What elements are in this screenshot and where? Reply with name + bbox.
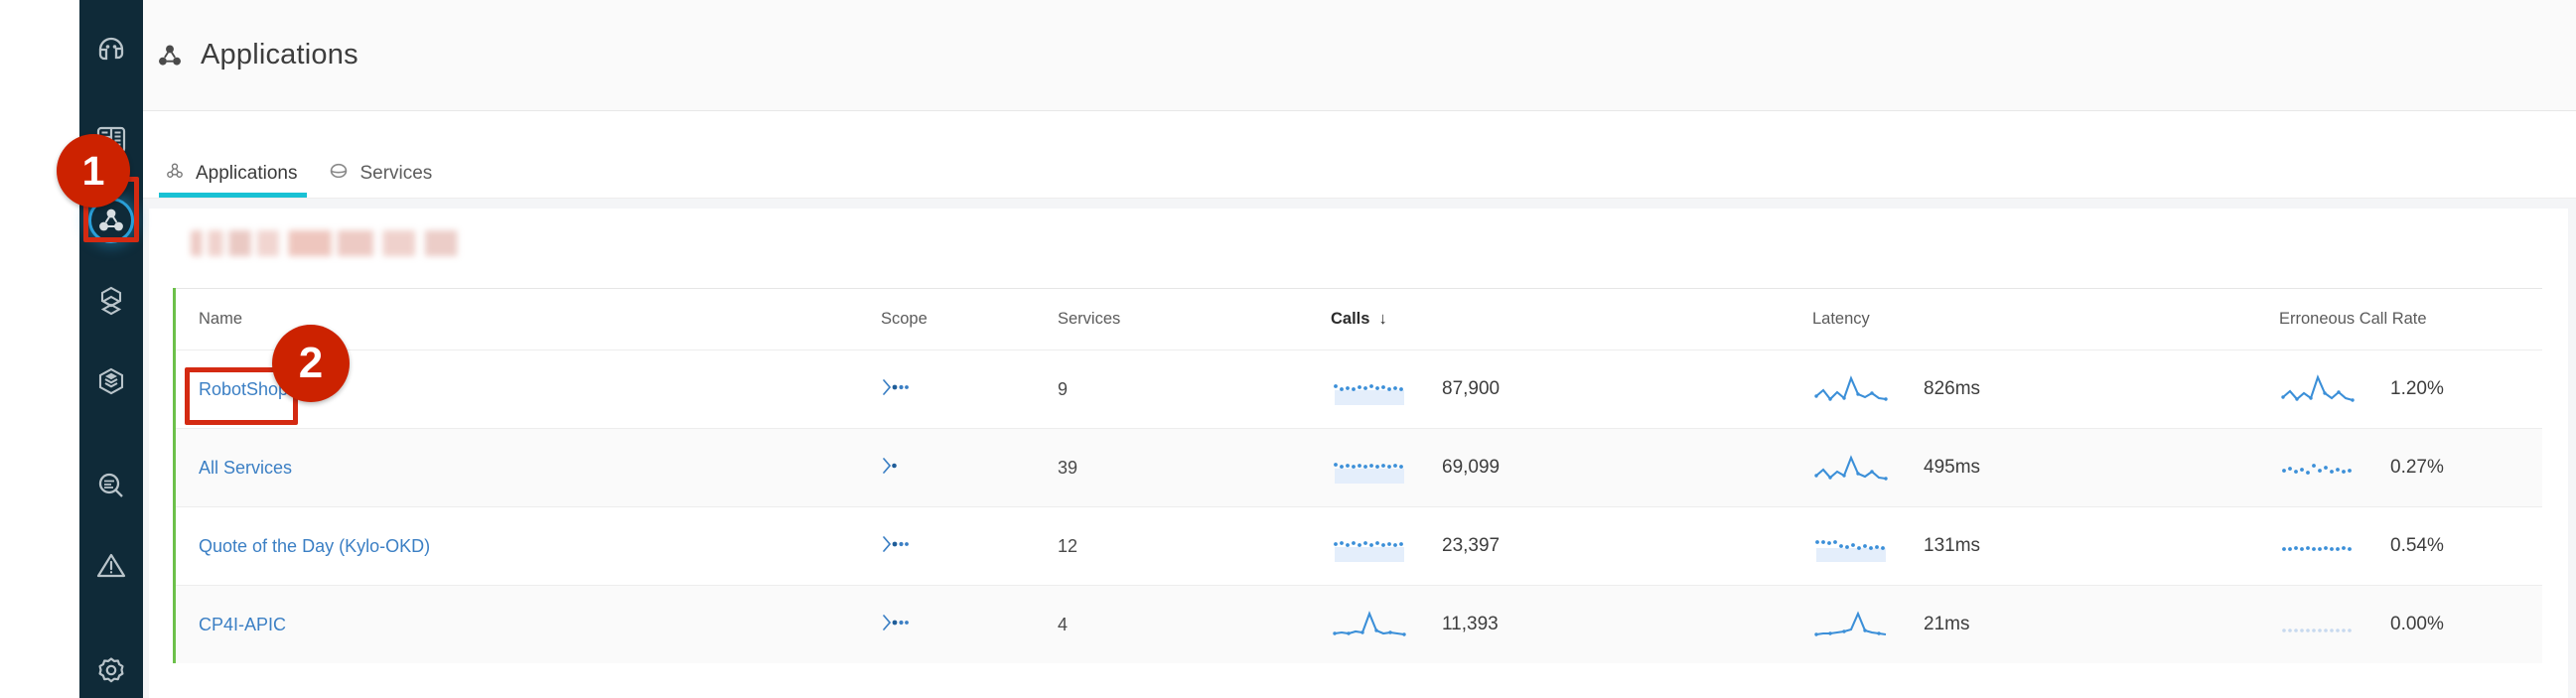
error-value: 0.27% <box>2390 457 2444 478</box>
primary-sidebar <box>79 0 143 698</box>
filter-bar[interactable] <box>149 230 2568 276</box>
annotation-badge-1: 1 <box>57 134 130 208</box>
tab-applications[interactable]: Applications <box>151 161 315 198</box>
annotation-badge-2: 2 <box>272 325 350 402</box>
calls-metric: 23,397 <box>1331 529 1812 563</box>
services-count: 12 <box>1058 535 1078 556</box>
latency-metric: 826ms <box>1812 372 2279 406</box>
stack-icon <box>94 364 128 398</box>
latency-value: 131ms <box>1924 535 1981 556</box>
latency-value: 495ms <box>1924 457 1981 478</box>
search-icon <box>94 469 128 502</box>
application-link[interactable]: All Services <box>199 458 292 478</box>
column-header-services[interactable]: Services <box>1058 310 1331 329</box>
left-gutter <box>0 0 79 698</box>
tab-services[interactable]: Services <box>315 161 450 198</box>
application-page: Applications Applications Services Name … <box>0 0 2576 698</box>
column-header-scope[interactable]: Scope <box>881 310 1058 329</box>
table-row[interactable]: RobotShop 9 87,900 826ms 1.20% <box>176 349 2542 428</box>
error-metric: 1.20% <box>2279 372 2542 406</box>
sidebar-item-services[interactable] <box>79 274 143 329</box>
calls-sparkline <box>1333 611 1406 636</box>
services-icon <box>94 284 128 318</box>
tab-label: Applications <box>196 162 298 184</box>
main-content: Applications Applications Services Name … <box>143 0 2576 698</box>
sidebar-item-settings[interactable] <box>79 643 143 698</box>
table-row[interactable]: CP4I-APIC 4 11,393 21ms 0.00% <box>176 585 2542 663</box>
services-count: 39 <box>1058 457 1078 478</box>
tab-bar: Applications Services <box>143 111 2576 199</box>
home-icon <box>94 30 128 64</box>
error-metric: 0.27% <box>2279 451 2542 485</box>
latency-value: 21ms <box>1924 614 1970 634</box>
calls-sparkline <box>1334 463 1404 484</box>
latency-value: 826ms <box>1924 378 1981 399</box>
application-link[interactable]: Quote of the Day (Kylo-OKD) <box>199 536 430 556</box>
latency-sparkline <box>1814 455 1888 481</box>
calls-value: 87,900 <box>1442 378 1501 399</box>
applications-panel: Name Scope Services Calls ↓ Latency Erro… <box>149 209 2568 698</box>
services-count: 9 <box>1058 378 1069 399</box>
calls-metric: 11,393 <box>1331 608 1812 641</box>
latency-sparkline <box>1815 540 1886 562</box>
error-sparkline <box>2281 374 2355 402</box>
sidebar-item-home[interactable] <box>79 19 143 73</box>
calls-value: 23,397 <box>1442 535 1501 556</box>
applications-table: Name Scope Services Calls ↓ Latency Erro… <box>173 288 2542 663</box>
calls-sparkline <box>1334 384 1404 405</box>
sidebar-item-infrastructure[interactable] <box>79 354 143 409</box>
applications-icon <box>155 41 185 70</box>
scope-filter-icon <box>881 378 911 401</box>
alert-icon <box>94 549 128 583</box>
error-sparkline <box>2282 628 2352 632</box>
settings-icon <box>94 653 128 687</box>
latency-sparkline <box>1814 611 1887 636</box>
sort-descending-icon: ↓ <box>1378 310 1387 328</box>
scope-filter-icon <box>881 535 911 558</box>
services-count: 4 <box>1058 614 1069 634</box>
latency-metric: 131ms <box>1812 529 2279 563</box>
error-metric: 0.54% <box>2279 529 2542 563</box>
column-header-error[interactable]: Erroneous Call Rate <box>2279 310 2542 329</box>
calls-sparkline <box>1334 541 1404 562</box>
column-header-latency[interactable]: Latency <box>1812 310 2279 329</box>
applications-icon <box>165 161 185 186</box>
column-header-name[interactable]: Name <box>176 310 881 329</box>
calls-value: 11,393 <box>1442 614 1499 634</box>
service-icon <box>329 161 349 186</box>
application-link[interactable]: RobotShop <box>199 379 288 399</box>
error-sparkline <box>2282 464 2352 475</box>
error-value: 0.54% <box>2390 535 2444 556</box>
table-header-row: Name Scope Services Calls ↓ Latency Erro… <box>176 288 2542 349</box>
sidebar-item-events[interactable] <box>79 539 143 594</box>
latency-metric: 495ms <box>1812 451 2279 485</box>
latency-metric: 21ms <box>1812 608 2279 641</box>
redacted-filter-text <box>191 230 540 256</box>
calls-metric: 69,099 <box>1331 451 1812 485</box>
error-value: 1.20% <box>2390 378 2444 399</box>
application-link[interactable]: CP4I-APIC <box>199 615 286 634</box>
sidebar-item-analytics[interactable] <box>79 459 143 513</box>
error-metric: 0.00% <box>2279 608 2542 641</box>
calls-metric: 87,900 <box>1331 372 1812 406</box>
scope-filter-icon <box>881 614 911 636</box>
table-row[interactable]: All Services 39 69,099 495ms 0.27% <box>176 428 2542 506</box>
page-header: Applications <box>143 0 2576 111</box>
table-row[interactable]: Quote of the Day (Kylo-OKD) 12 23,397 13… <box>176 506 2542 585</box>
tab-label: Services <box>359 162 433 184</box>
error-sparkline <box>2282 546 2352 551</box>
calls-value: 69,099 <box>1442 457 1501 478</box>
scope-filter-simple-icon <box>881 457 911 480</box>
column-header-calls-label: Calls <box>1331 310 1370 328</box>
content-area: Name Scope Services Calls ↓ Latency Erro… <box>143 199 2576 698</box>
page-title: Applications <box>201 39 358 70</box>
latency-sparkline <box>1814 375 1888 401</box>
column-header-calls[interactable]: Calls ↓ <box>1331 310 1812 329</box>
error-value: 0.00% <box>2390 614 2444 634</box>
